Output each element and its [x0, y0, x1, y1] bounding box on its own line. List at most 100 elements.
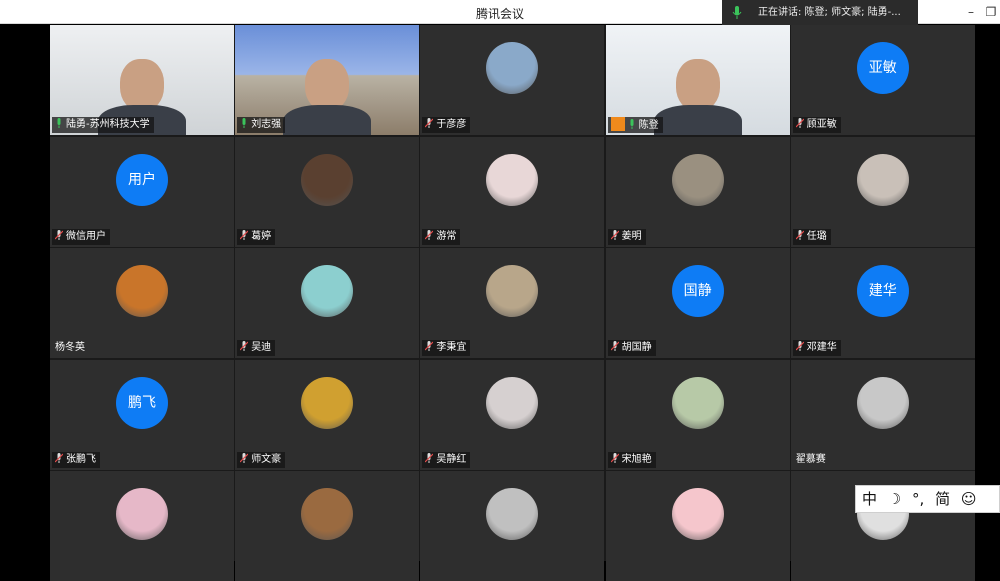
- participant-name: 吴静红: [436, 453, 467, 465]
- restore-button[interactable]: ❐: [982, 3, 1000, 21]
- participant-tile[interactable]: [50, 471, 234, 581]
- avatar-photo: [116, 488, 168, 540]
- participant-tile[interactable]: 陈登: [605, 25, 790, 135]
- participant-name-tag: 李秉宜: [422, 340, 471, 356]
- participant-name-tag: 杨冬英: [52, 340, 89, 356]
- avatar-photo: [486, 153, 539, 206]
- mic-off-icon: [240, 452, 249, 463]
- participant-name-tag: 张鹏飞: [52, 451, 100, 468]
- participant-tile[interactable]: [605, 471, 790, 581]
- participant-tile[interactable]: 游常: [420, 136, 605, 247]
- participant-tile[interactable]: 吴迪: [235, 248, 420, 358]
- participant-name-tag: 陈登: [607, 117, 663, 133]
- participant-name-tag: 翟慕赛: [793, 452, 830, 468]
- participant-name-tag: 刘志强: [237, 117, 286, 133]
- mic-off-icon: [55, 229, 63, 240]
- mic-off-icon: [610, 452, 619, 463]
- avatar-photo: [301, 376, 354, 429]
- participant-name: 李秉宜: [436, 342, 467, 353]
- participant-tile[interactable]: 李秉宜: [420, 248, 605, 358]
- participant-tile[interactable]: 姜明: [605, 136, 790, 247]
- participant-name: 胡国静: [621, 342, 652, 353]
- participant-name: 葛婷: [251, 230, 272, 242]
- participant-name: 微信用户: [66, 230, 106, 242]
- participant-tile[interactable]: [420, 471, 605, 581]
- ime-simplified[interactable]: 简: [935, 490, 950, 508]
- mic-off-icon: [55, 452, 63, 463]
- participant-name-tag: 于彦彦: [422, 117, 471, 133]
- participant-tile[interactable]: 葛婷: [235, 136, 420, 247]
- avatar-initials: 用户: [116, 153, 168, 206]
- avatar-initials: 亚敏: [856, 42, 909, 94]
- ime-emoji-icon[interactable]: ☺: [961, 490, 977, 508]
- participant-name: 陆勇-苏州科技大学: [66, 119, 150, 130]
- participant-name-tag: 微信用户: [52, 228, 110, 245]
- participant-name-tag: 宋旭艳: [607, 451, 656, 468]
- participant-name: 刘志强: [251, 119, 282, 130]
- mic-off-icon: [425, 341, 434, 351]
- avatar-photo: [671, 488, 724, 540]
- ime-mode[interactable]: 中: [862, 490, 877, 508]
- participant-tile[interactable]: [235, 471, 420, 581]
- minimize-button[interactable]: –: [962, 3, 980, 21]
- mic-off-icon: [610, 341, 619, 351]
- participant-tile[interactable]: 翟慕赛: [790, 359, 975, 470]
- participant-tile[interactable]: 师文豪: [235, 359, 420, 470]
- participant-tile[interactable]: 任璐: [790, 136, 975, 247]
- avatar-photo: [116, 265, 168, 317]
- speaking-label: 正在讲话: 陈登; 师文豪; 陆勇-...: [758, 7, 901, 18]
- mic-off-icon: [610, 229, 619, 240]
- avatar-initials: 国静: [671, 265, 724, 317]
- participant-name-tag: 葛婷: [237, 228, 276, 245]
- participant-name-tag: 任璐: [792, 228, 831, 245]
- avatar-photo: [301, 488, 354, 540]
- participant-name: 张鹏飞: [66, 453, 96, 465]
- host-icon: [610, 117, 625, 131]
- participant-tile[interactable]: 陆勇-苏州科技大学: [50, 25, 234, 135]
- mic-on-icon: [630, 119, 634, 129]
- mic-off-icon: [425, 229, 434, 240]
- avatar-photo: [856, 153, 909, 206]
- avatar-photo: [486, 488, 539, 540]
- participant-name: 翟慕赛: [795, 453, 826, 465]
- participant-name: 任璐: [806, 230, 827, 242]
- participant-tile[interactable]: 于彦彦: [420, 25, 605, 135]
- participant-tile[interactable]: 鹏飞张鹏飞: [50, 359, 234, 470]
- mic-off-icon: [425, 452, 434, 463]
- participant-name-tag: 吴迪: [237, 340, 276, 356]
- avatar-photo: [301, 265, 354, 317]
- participant-name-tag: 胡国静: [607, 340, 656, 356]
- avatar-photo: [486, 42, 539, 94]
- participant-tile[interactable]: 亚敏顾亚敏: [790, 25, 975, 135]
- avatar-photo: [856, 376, 909, 429]
- mic-off-icon: [795, 118, 804, 128]
- avatar-photo: [671, 153, 724, 206]
- participant-name-tag: 陆勇-苏州科技大学: [52, 117, 154, 133]
- participant-tile[interactable]: 宋旭艳: [605, 359, 790, 470]
- participant-tile[interactable]: 吴静红: [420, 359, 605, 470]
- participant-tile[interactable]: 国静胡国静: [605, 248, 790, 358]
- participant-name: 游常: [436, 230, 457, 242]
- mic-off-icon: [795, 229, 804, 240]
- ime-moon-icon[interactable]: ☽: [888, 490, 901, 508]
- participant-tile[interactable]: 刘志强: [235, 25, 420, 135]
- participant-name-tag: 游常: [422, 228, 461, 245]
- mic-off-icon: [240, 341, 249, 351]
- participant-tile[interactable]: 用户微信用户: [50, 136, 234, 247]
- speaking-indicator: 正在讲话: 陈登; 师文豪; 陆勇-...: [722, 0, 918, 26]
- mic-icon: [732, 6, 742, 19]
- participant-name: 于彦彦: [436, 119, 467, 130]
- mic-off-icon: [795, 341, 804, 351]
- mic-on-icon: [242, 118, 246, 128]
- participant-name: 宋旭艳: [621, 453, 652, 465]
- ime-toolbar[interactable]: 中 ☽ °, 简 ☺: [855, 485, 1000, 513]
- participant-name-tag: 顾亚敏: [792, 117, 841, 133]
- avatar-initials: 鹏飞: [116, 376, 168, 429]
- participant-name: 杨冬英: [55, 342, 85, 353]
- video-grid: 陆勇-苏州科技大学 刘志强 于彦彦 陈登 亚敏 顾亚敏 用户 微信用户 葛婷 游常 姜明 任璐 杨冬英吴…: [50, 25, 975, 581]
- participant-tile[interactable]: 建华 邓建华: [790, 248, 975, 358]
- avatar-initials: 建华: [856, 265, 909, 317]
- ime-punct[interactable]: °,: [912, 490, 924, 508]
- avatar-photo: [486, 265, 539, 317]
- participant-tile[interactable]: 杨冬英: [50, 248, 234, 358]
